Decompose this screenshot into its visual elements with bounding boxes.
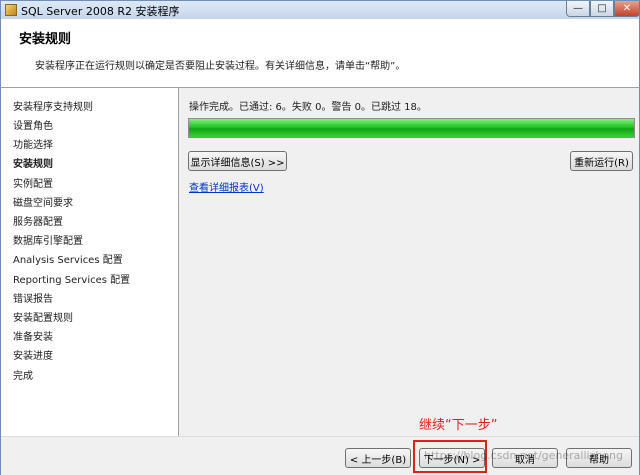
window-title: SQL Server 2008 R2 安装程序 <box>21 5 180 18</box>
page-header: 安装规则 安装程序正在运行规则以确定是否要阻止安装过程。有关详细信息，请单击“帮… <box>1 19 639 88</box>
show-details-button[interactable]: 显示详细信息(S) >> <box>188 151 287 171</box>
sidebar-item-complete[interactable]: 完成 <box>13 367 33 382</box>
rules-panel: 操作完成。已通过: 6。失败 0。警告 0。已跳过 18。 显示详细信息(S) … <box>179 88 639 436</box>
progress-bar <box>188 118 635 138</box>
page-title: 安装规则 <box>19 32 72 47</box>
watermark-text: https://blog.csdn.net/generallizhong <box>424 449 624 462</box>
sidebar-item-support-rules[interactable]: 安装程序支持规则 <box>13 98 93 113</box>
page-description: 安装程序正在运行规则以确定是否要阻止安装过程。有关详细信息，请单击“帮助”。 <box>35 61 406 72</box>
sidebar-item-reporting-services[interactable]: Reporting Services 配置 <box>13 271 130 286</box>
sidebar-item-progress[interactable]: 安装进度 <box>13 347 53 362</box>
app-icon <box>5 4 17 16</box>
sidebar-item-feature-selection[interactable]: 功能选择 <box>13 136 53 151</box>
view-report-link[interactable]: 查看详细报表(V) <box>189 179 264 194</box>
progress-fill <box>189 119 634 137</box>
sidebar-item-server-config[interactable]: 服务器配置 <box>13 213 63 228</box>
minimize-button[interactable]: — <box>566 1 590 17</box>
steps-sidebar: 安装程序支持规则 设置角色 功能选择 安装规则 实例配置 磁盘空间要求 服务器配… <box>1 88 179 436</box>
back-button[interactable]: < 上一步(B) <box>345 448 411 468</box>
sidebar-item-installation-rules[interactable]: 安装规则 <box>13 155 53 170</box>
annotation-note: 继续“下一步” <box>419 418 498 433</box>
sidebar-item-config-rules[interactable]: 安装配置规则 <box>13 309 73 324</box>
sidebar-item-setup-role[interactable]: 设置角色 <box>13 117 53 132</box>
rerun-button[interactable]: 重新运行(R) <box>570 151 633 171</box>
status-text: 操作完成。已通过: 6。失败 0。警告 0。已跳过 18。 <box>189 102 427 113</box>
close-button[interactable]: ✕ <box>614 1 640 17</box>
maximize-button[interactable]: □ <box>590 1 614 17</box>
title-bar: SQL Server 2008 R2 安装程序 — □ ✕ <box>1 1 640 19</box>
installer-window: SQL Server 2008 R2 安装程序 — □ ✕ 安装规则 安装程序正… <box>0 0 640 475</box>
sidebar-item-disk-space[interactable]: 磁盘空间要求 <box>13 194 73 209</box>
sidebar-item-error-reporting[interactable]: 错误报告 <box>13 290 53 305</box>
sidebar-item-analysis-services[interactable]: Analysis Services 配置 <box>13 251 123 266</box>
sidebar-item-ready-to-install[interactable]: 准备安装 <box>13 328 53 343</box>
sidebar-item-instance-config[interactable]: 实例配置 <box>13 175 53 190</box>
sidebar-item-db-engine-config[interactable]: 数据库引擎配置 <box>13 232 83 247</box>
